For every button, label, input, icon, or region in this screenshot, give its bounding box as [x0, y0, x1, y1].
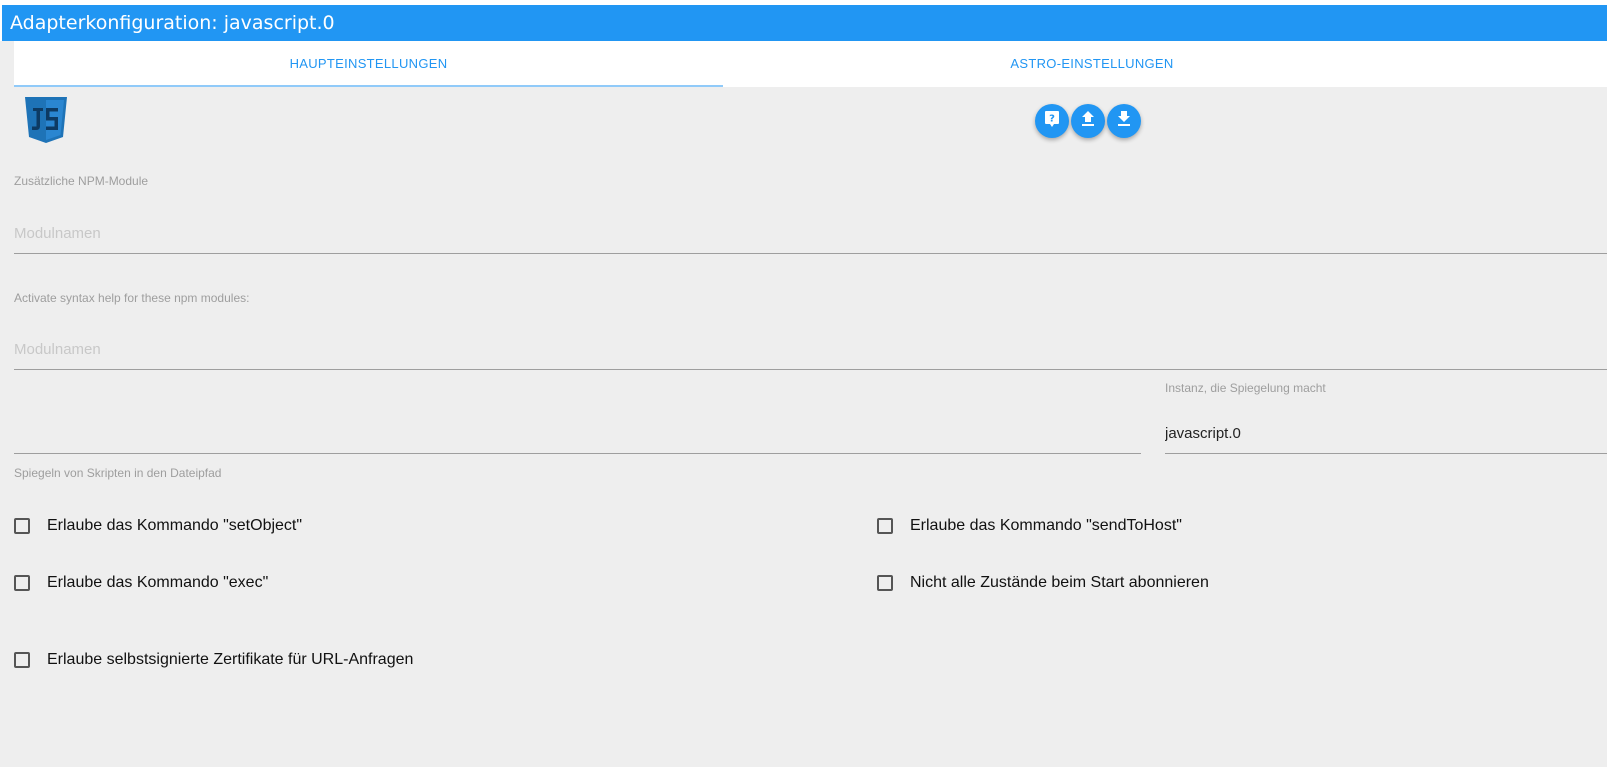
syntax-help-input[interactable]: [14, 336, 1607, 370]
checkbox-send-to-host-label: Erlaube das Kommando "sendToHost": [910, 517, 1182, 534]
window-titlebar: Adapterkonfiguration: javascript.0: [0, 0, 1607, 41]
checkbox-set-object[interactable]: [14, 518, 30, 534]
checkbox-self-signed[interactable]: [14, 652, 30, 668]
upload-icon: [1081, 110, 1095, 132]
help-button[interactable]: ?: [1035, 104, 1069, 138]
svg-text:?: ?: [1049, 113, 1055, 124]
download-button[interactable]: [1107, 104, 1141, 138]
tab-astro-einstellungen[interactable]: ASTRO-EINSTELLUNGEN: [723, 41, 1461, 87]
syntax-help-label: Activate syntax help for these npm modul…: [14, 291, 250, 305]
mirror-instance-label: Instanz, die Spiegelung macht: [1165, 381, 1326, 395]
checkbox-set-object-row[interactable]: Erlaube das Kommando "setObject": [14, 517, 302, 535]
tab-bar: HAUPTEINSTELLUNGEN ASTRO-EINSTELLUNGEN: [14, 41, 1607, 87]
checkbox-self-signed-row[interactable]: Erlaube selbstsignierte Zertifikate für …: [14, 651, 413, 669]
window-title: Adapterkonfiguration: javascript.0: [2, 5, 1607, 41]
upload-button[interactable]: [1071, 104, 1105, 138]
checkbox-no-subscribe[interactable]: [877, 575, 893, 591]
tab-haupteinstellungen[interactable]: HAUPTEINSTELLUNGEN: [14, 41, 723, 87]
checkbox-set-object-label: Erlaube das Kommando "setObject": [47, 517, 303, 534]
checkbox-no-subscribe-row[interactable]: Nicht alle Zustände beim Start abonniere…: [877, 574, 1209, 592]
help-icon: ?: [1044, 110, 1060, 133]
npm-modules-input[interactable]: [14, 220, 1607, 254]
mirror-instance-select[interactable]: [1165, 420, 1607, 454]
checkbox-exec-row[interactable]: Erlaube das Kommando "exec": [14, 574, 268, 592]
mirror-path-helper: Spiegeln von Skripten in den Dateipfad: [14, 466, 222, 480]
checkbox-exec[interactable]: [14, 575, 30, 591]
active-tab-indicator: [14, 85, 723, 87]
mirror-path-input[interactable]: [14, 420, 1141, 454]
download-icon: [1117, 110, 1131, 132]
checkbox-exec-label: Erlaube das Kommando "exec": [47, 574, 269, 591]
checkbox-self-signed-label: Erlaube selbstsignierte Zertifikate für …: [47, 651, 414, 668]
npm-modules-label: Zusätzliche NPM-Module: [14, 174, 149, 188]
javascript-logo-icon: [24, 96, 68, 144]
checkbox-send-to-host[interactable]: [877, 518, 893, 534]
checkbox-no-subscribe-label: Nicht alle Zustände beim Start abonniere…: [910, 574, 1209, 591]
checkbox-send-to-host-row[interactable]: Erlaube das Kommando "sendToHost": [877, 517, 1182, 535]
